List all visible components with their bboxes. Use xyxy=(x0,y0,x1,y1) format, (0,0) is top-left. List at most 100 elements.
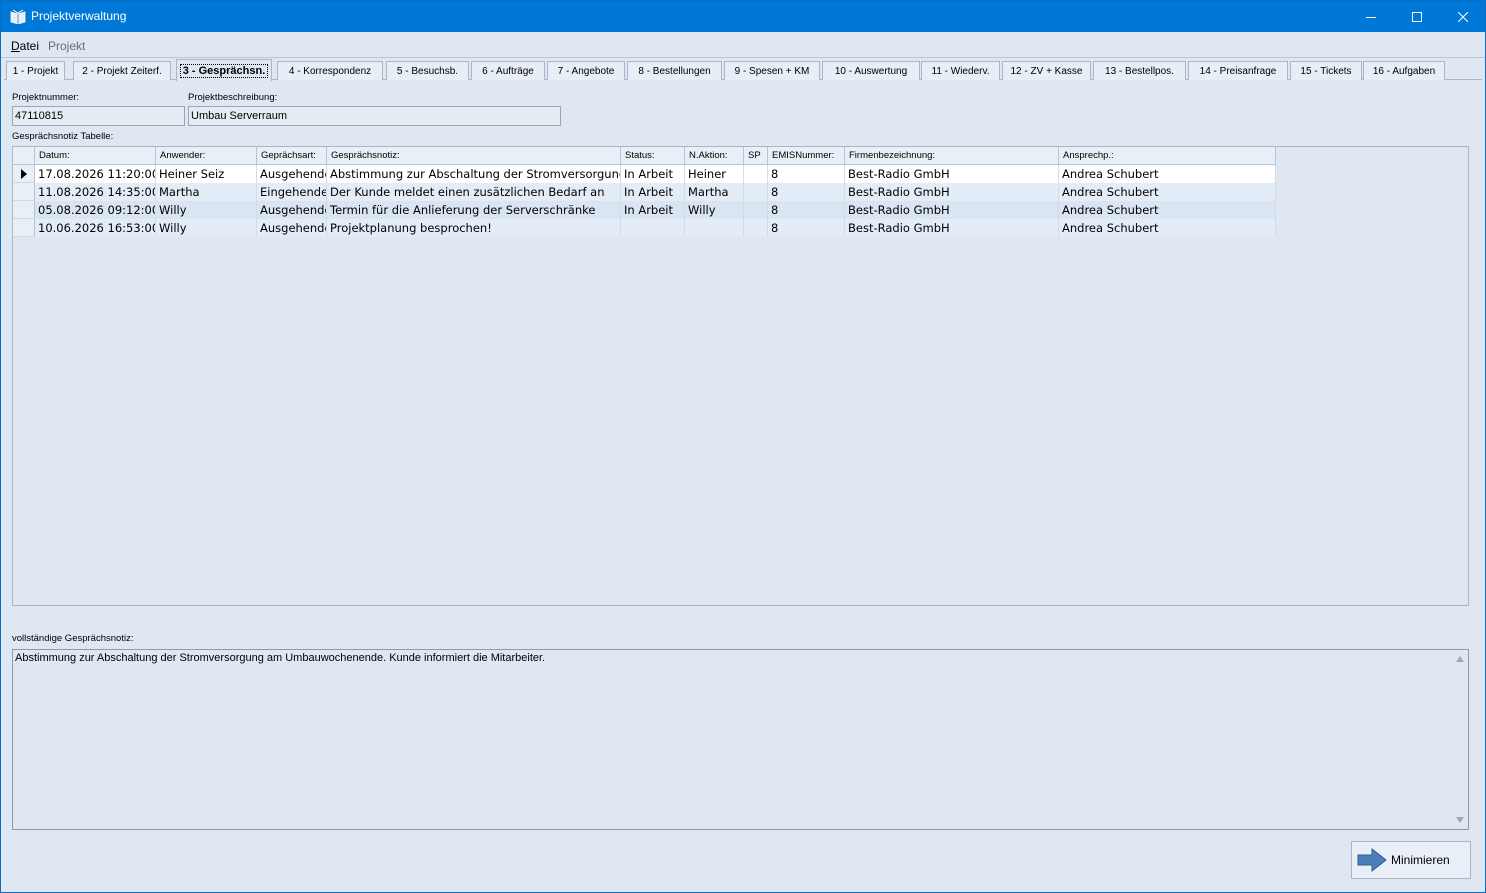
tab-16[interactable]: 16 - Aufgaben xyxy=(1363,61,1445,80)
column-header[interactable]: Anwender: xyxy=(156,147,257,165)
tab-9[interactable]: 9 - Spesen + KM xyxy=(724,61,820,80)
tab-label: 10 - Auswertung xyxy=(834,65,908,77)
column-header[interactable]: Geprächsart: xyxy=(257,147,327,165)
row-indicator[interactable] xyxy=(13,183,35,201)
tab-1[interactable]: 1 - Projekt xyxy=(6,61,65,80)
row-indicator[interactable] xyxy=(13,219,35,237)
table-row[interactable]: 05.08.2026 09:12:00 Willy Ausgehende Termin… xyxy=(13,201,1276,219)
projektbeschreibung-label: Projektbeschreibung: xyxy=(188,92,278,103)
column-header[interactable]: Gesprächsnotiz: xyxy=(327,147,621,165)
tab-8[interactable]: 8 - Bestellungen xyxy=(627,61,722,80)
table-cell[interactable]: 8 xyxy=(768,201,845,219)
table-cell[interactable]: Best-Radio GmbH xyxy=(845,183,1059,201)
table-cell[interactable]: In Arbeit xyxy=(621,183,685,201)
column-header[interactable]: Datum: xyxy=(35,147,156,165)
close-window-button[interactable] xyxy=(1440,1,1486,32)
tab-14[interactable]: 14 - Preisanfrage xyxy=(1188,61,1288,80)
tab-6[interactable]: 6 - Aufträge xyxy=(471,61,545,80)
table-cell[interactable]: 11.08.2026 14:35:00 xyxy=(35,183,156,201)
memo-scrollbar[interactable] xyxy=(1452,650,1468,829)
table-cell[interactable]: Eingehende xyxy=(257,183,327,201)
minimieren-label: Minimieren xyxy=(1391,853,1450,867)
table-cell[interactable]: In Arbeit xyxy=(621,165,685,183)
tab-label: 7 - Angebote xyxy=(557,65,615,77)
table-cell[interactable] xyxy=(744,165,768,183)
table-cell[interactable]: Willy xyxy=(156,201,257,219)
table-cell[interactable]: Andrea Schubert xyxy=(1059,201,1276,219)
tab-label: 8 - Bestellungen xyxy=(638,65,711,77)
table-cell[interactable] xyxy=(621,219,685,237)
table-cell[interactable]: Willy xyxy=(156,219,257,237)
table-cell[interactable]: Ausgehende xyxy=(257,201,327,219)
table-cell[interactable]: 05.08.2026 09:12:00 xyxy=(35,201,156,219)
table-cell[interactable]: In Arbeit xyxy=(621,201,685,219)
table-label: Gesprächsnotiz Tabelle: xyxy=(12,131,114,142)
table-cell[interactable]: Martha xyxy=(156,183,257,201)
table-cell[interactable]: Martha xyxy=(685,183,744,201)
table-cell[interactable]: 8 xyxy=(768,165,845,183)
minimize-window-button[interactable] xyxy=(1348,1,1394,32)
column-header[interactable]: Firmenbezeichnung: xyxy=(845,147,1059,165)
tab-5[interactable]: 5 - Besuchsb. xyxy=(386,61,469,80)
tab-10[interactable]: 10 - Auswertung xyxy=(822,61,920,80)
tab-3[interactable]: 3 - Gesprächsn. xyxy=(176,59,272,81)
gespraechsnotiz-table[interactable]: Datum: Anwender: Geprächsart: Gesprächsnoti… xyxy=(12,146,1469,606)
tab-13[interactable]: 13 - Bestellpos. xyxy=(1093,61,1186,80)
table-cell[interactable]: Willy xyxy=(685,201,744,219)
table-row[interactable]: 11.08.2026 14:35:00 Martha Eingehende Der K… xyxy=(13,183,1276,201)
title-bar[interactable]: Projektverwaltung xyxy=(1,1,1485,32)
table-cell[interactable]: Ausgehende xyxy=(257,219,327,237)
tab-15[interactable]: 15 - Tickets xyxy=(1290,61,1362,80)
column-header[interactable]: SP xyxy=(744,147,768,165)
scroll-up-icon[interactable] xyxy=(1456,656,1464,662)
table-cell[interactable] xyxy=(744,219,768,237)
table-cell[interactable]: 17.08.2026 11:20:00 xyxy=(35,165,156,183)
column-header[interactable]: Status: xyxy=(621,147,685,165)
table-cell[interactable]: Best-Radio GmbH xyxy=(845,201,1059,219)
tab-12[interactable]: 12 - ZV + Kasse xyxy=(1002,61,1091,80)
scroll-down-icon[interactable] xyxy=(1456,817,1464,823)
tab-4[interactable]: 4 - Korrespondenz xyxy=(277,61,383,80)
table-cell[interactable]: Andrea Schubert xyxy=(1059,219,1276,237)
tab-2[interactable]: 2 - Projekt Zeiterf. xyxy=(73,61,171,80)
minimieren-button[interactable]: Minimieren xyxy=(1351,841,1471,879)
tab-7[interactable]: 7 - Angebote xyxy=(547,61,625,80)
table-cell[interactable]: Heiner xyxy=(685,165,744,183)
table-cell[interactable]: Andrea Schubert xyxy=(1059,183,1276,201)
tab-label: 11 - Wiederv. xyxy=(931,65,990,77)
tab-label: 15 - Tickets xyxy=(1300,65,1352,77)
table-cell[interactable] xyxy=(744,183,768,201)
table-cell[interactable]: 8 xyxy=(768,183,845,201)
table-cell[interactable] xyxy=(744,201,768,219)
table-cell[interactable]: Best-Radio GmbH xyxy=(845,165,1059,183)
full-note-memo[interactable]: Abstimmung zur Abschaltung der Stromvers… xyxy=(12,649,1469,830)
table-row[interactable]: 17.08.2026 11:20:00 Heiner Seiz Ausgehende… xyxy=(13,165,1276,183)
table-cell[interactable]: Heiner Seiz xyxy=(156,165,257,183)
table-cell[interactable]: Der Kunde meldet einen zusätzlichen Beda… xyxy=(327,183,621,201)
row-indicator[interactable] xyxy=(13,201,35,219)
column-header[interactable]: N.Aktion: xyxy=(685,147,744,165)
tab-label: 3 - Gesprächsn. xyxy=(179,63,269,78)
table-row[interactable]: 10.06.2026 16:53:00 Willy Ausgehende Projek… xyxy=(13,219,1276,237)
column-header[interactable]: EMISNummer: xyxy=(768,147,845,165)
maximize-window-button[interactable] xyxy=(1394,1,1440,32)
projektbeschreibung-field[interactable]: Umbau Serverraum xyxy=(188,106,561,126)
table-cell[interactable]: Andrea Schubert xyxy=(1059,165,1276,183)
tab-label: 4 - Korrespondenz xyxy=(288,65,372,77)
table-cell[interactable]: Ausgehende xyxy=(257,165,327,183)
table-cell[interactable] xyxy=(685,219,744,237)
menu-datei[interactable]: Datei xyxy=(11,39,39,53)
table-cell[interactable]: 10.06.2026 16:53:00 xyxy=(35,219,156,237)
arrow-right-icon xyxy=(1357,847,1387,873)
table-cell[interactable]: Projektplanung besprochen! xyxy=(327,219,621,237)
maximize-icon xyxy=(1412,11,1422,22)
table-cell[interactable]: Termin für die Anlieferung der Serversch… xyxy=(327,201,621,219)
tab-11[interactable]: 11 - Wiederv. xyxy=(921,61,1000,80)
row-indicator[interactable] xyxy=(13,165,35,183)
column-header[interactable]: Ansprechp.: xyxy=(1059,147,1276,165)
projektnummer-field[interactable]: 47110815 xyxy=(12,106,185,126)
table-cell[interactable]: Abstimmung zur Abschaltung der Stromvers… xyxy=(327,165,621,183)
table-cell[interactable]: Best-Radio GmbH xyxy=(845,219,1059,237)
menu-projekt[interactable]: Projekt xyxy=(48,39,85,53)
table-cell[interactable]: 8 xyxy=(768,219,845,237)
